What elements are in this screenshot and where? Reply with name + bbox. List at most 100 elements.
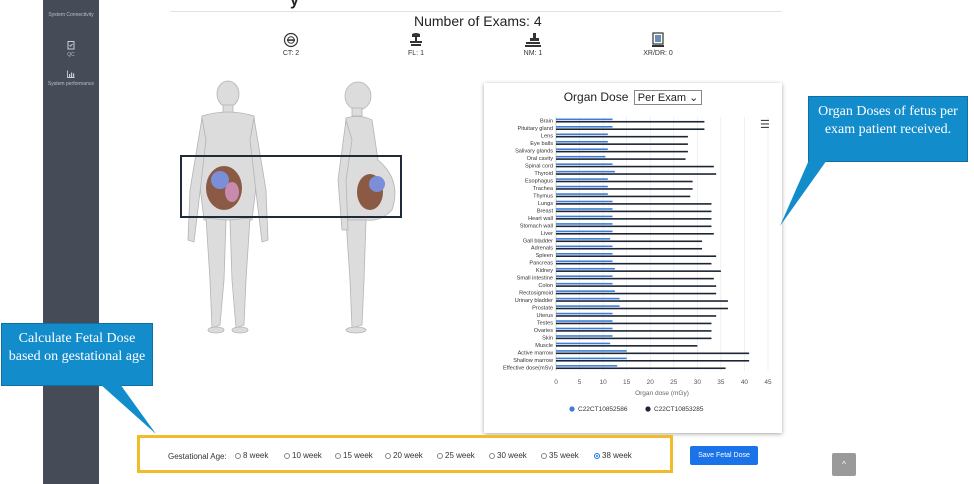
y-category-label: Shallow marrow bbox=[513, 358, 554, 364]
radio-button[interactable] bbox=[284, 453, 290, 459]
gestational-age-option[interactable]: 35 week bbox=[541, 451, 579, 460]
sidebar-item-system-connectivity[interactable]: System Connectivity bbox=[43, 12, 99, 18]
gestational-age-option[interactable]: 8 week bbox=[235, 451, 268, 460]
bar-C22CT10852586 bbox=[556, 208, 613, 210]
bar-C22CT10852586 bbox=[556, 253, 613, 255]
dose-mode-select[interactable]: Per Exam ⌄ bbox=[633, 90, 703, 105]
radio-button[interactable] bbox=[385, 453, 391, 459]
bar-C22CT10853285 bbox=[556, 255, 717, 258]
gestational-age-option[interactable]: 20 week bbox=[385, 451, 423, 460]
x-tick-label: 30 bbox=[694, 379, 702, 386]
y-category-label: Colon bbox=[538, 283, 553, 289]
bar-C22CT10852586 bbox=[556, 193, 608, 195]
y-category-label: Gall bladder bbox=[523, 238, 553, 244]
bar-C22CT10853285 bbox=[556, 180, 693, 183]
bar-C22CT10853285 bbox=[556, 262, 712, 265]
radio-button[interactable] bbox=[235, 453, 241, 459]
radio-button[interactable] bbox=[541, 453, 547, 459]
bar-C22CT10853285 bbox=[556, 315, 717, 317]
gestational-age-option-label: 30 week bbox=[497, 451, 527, 460]
callout-organ-doses: Organ Doses of fetus per exam patient re… bbox=[808, 96, 968, 162]
bar-C22CT10853285 bbox=[556, 240, 703, 243]
bar-C22CT10853285 bbox=[556, 277, 714, 280]
gestational-age-option[interactable]: 10 week bbox=[284, 451, 322, 460]
bar-C22CT10852586 bbox=[556, 320, 613, 322]
y-category-label: Small intestine bbox=[517, 276, 553, 282]
gestational-age-option[interactable]: 38 week bbox=[594, 451, 632, 460]
bar-C22CT10852586 bbox=[556, 267, 615, 270]
xray-icon bbox=[652, 32, 664, 47]
x-axis-title: Organ dose (mGy) bbox=[635, 390, 689, 397]
radio-button[interactable] bbox=[594, 453, 600, 459]
gestational-age-option[interactable]: 15 week bbox=[335, 451, 373, 460]
y-category-label: Spinal cord bbox=[525, 164, 553, 170]
x-tick-label: 25 bbox=[670, 379, 678, 386]
y-category-label: Breast bbox=[537, 208, 554, 214]
bar-C22CT10853285 bbox=[556, 165, 714, 168]
gestational-age-option-label: 10 week bbox=[292, 451, 322, 460]
bar-C22CT10852586 bbox=[556, 230, 613, 233]
bar-C22CT10853285 bbox=[556, 270, 721, 272]
fluoroscopy-icon bbox=[410, 33, 422, 46]
bar-C22CT10852586 bbox=[556, 350, 627, 352]
bar-C22CT10853285 bbox=[556, 367, 726, 370]
gestational-age-option-label: 15 week bbox=[343, 451, 373, 460]
exam-count-title: Number of Exams: 4 bbox=[414, 13, 542, 29]
y-category-label: Eye balls bbox=[530, 141, 553, 147]
x-tick-label: 0 bbox=[554, 379, 558, 386]
y-category-label: Oral cavity bbox=[527, 156, 554, 162]
bar-C22CT10853285 bbox=[556, 173, 717, 175]
bar-C22CT10852586 bbox=[556, 365, 618, 367]
gestational-age-option[interactable]: 30 week bbox=[489, 451, 527, 460]
bar-C22CT10853285 bbox=[556, 188, 693, 190]
radio-button[interactable] bbox=[335, 453, 341, 459]
hamburger-icon[interactable]: ☰ bbox=[760, 118, 770, 131]
bar-C22CT10852586 bbox=[556, 148, 608, 151]
bar-C22CT10853285 bbox=[556, 225, 712, 228]
sidebar-item-qc[interactable]: QC bbox=[43, 40, 99, 58]
bar-C22CT10852586 bbox=[556, 126, 613, 128]
bar-C22CT10852586 bbox=[556, 215, 613, 218]
y-category-label: Lens bbox=[541, 134, 553, 140]
sidebar-item-system-performance[interactable]: System performance bbox=[43, 69, 99, 87]
header-divider bbox=[170, 11, 782, 12]
y-category-label: Stomach wall bbox=[520, 223, 553, 229]
bar-C22CT10853285 bbox=[556, 143, 688, 145]
bar-C22CT10853285 bbox=[556, 292, 717, 295]
gestational-age-option-label: 8 week bbox=[243, 451, 269, 460]
x-tick-label: 20 bbox=[647, 379, 655, 386]
nuclear-medicine-icon bbox=[525, 33, 541, 47]
y-category-label: Heart wall bbox=[528, 216, 553, 222]
bar-C22CT10853285 bbox=[556, 247, 703, 250]
y-category-label: Skin bbox=[542, 335, 553, 341]
bar-C22CT10852586 bbox=[556, 342, 611, 345]
organ-dose-chart-panel: 0 5 10 15 20 25 30 35 40 45 Brain Pituitary gland Le… bbox=[484, 83, 782, 433]
bar-C22CT10853285 bbox=[556, 128, 705, 131]
modality-xr: XR/DR: 0 bbox=[628, 32, 688, 57]
legend-label: C22CT10852586 bbox=[578, 406, 628, 413]
radio-button[interactable] bbox=[489, 453, 495, 459]
callout-fetal-dose: Calculate Fetal Dose based on gestationa… bbox=[1, 323, 153, 386]
modality-ct: CT: 2 bbox=[261, 32, 321, 57]
scroll-to-top-button[interactable]: ^ bbox=[832, 453, 856, 476]
bar-C22CT10852586 bbox=[556, 140, 608, 143]
gestational-age-option-label: 35 week bbox=[549, 451, 579, 460]
y-category-label: Salivary glands bbox=[515, 149, 553, 155]
radio-button[interactable] bbox=[437, 453, 443, 459]
y-category-label: Testes bbox=[537, 320, 553, 326]
bar-C22CT10852586 bbox=[556, 238, 611, 240]
bar-C22CT10852586 bbox=[556, 297, 620, 300]
y-category-label: Effective dose(mSv) bbox=[503, 365, 553, 371]
y-category-label: Rectosigmoid bbox=[519, 291, 553, 297]
y-category-label: Kidney bbox=[536, 268, 553, 274]
x-tick-label: 5 bbox=[578, 379, 582, 386]
y-category-label: Thyroid bbox=[534, 171, 553, 177]
bar-C22CT10852586 bbox=[556, 178, 608, 180]
bar-C22CT10853285 bbox=[556, 232, 714, 235]
page-title-fragment: y bbox=[290, 0, 299, 9]
legend-marker bbox=[645, 406, 651, 412]
save-fetal-dose-button[interactable]: Save Fetal Dose bbox=[690, 446, 758, 465]
gestational-age-option[interactable]: 25 week bbox=[437, 451, 475, 460]
bar-C22CT10852586 bbox=[556, 163, 613, 165]
ct-scanner-icon bbox=[283, 32, 299, 48]
